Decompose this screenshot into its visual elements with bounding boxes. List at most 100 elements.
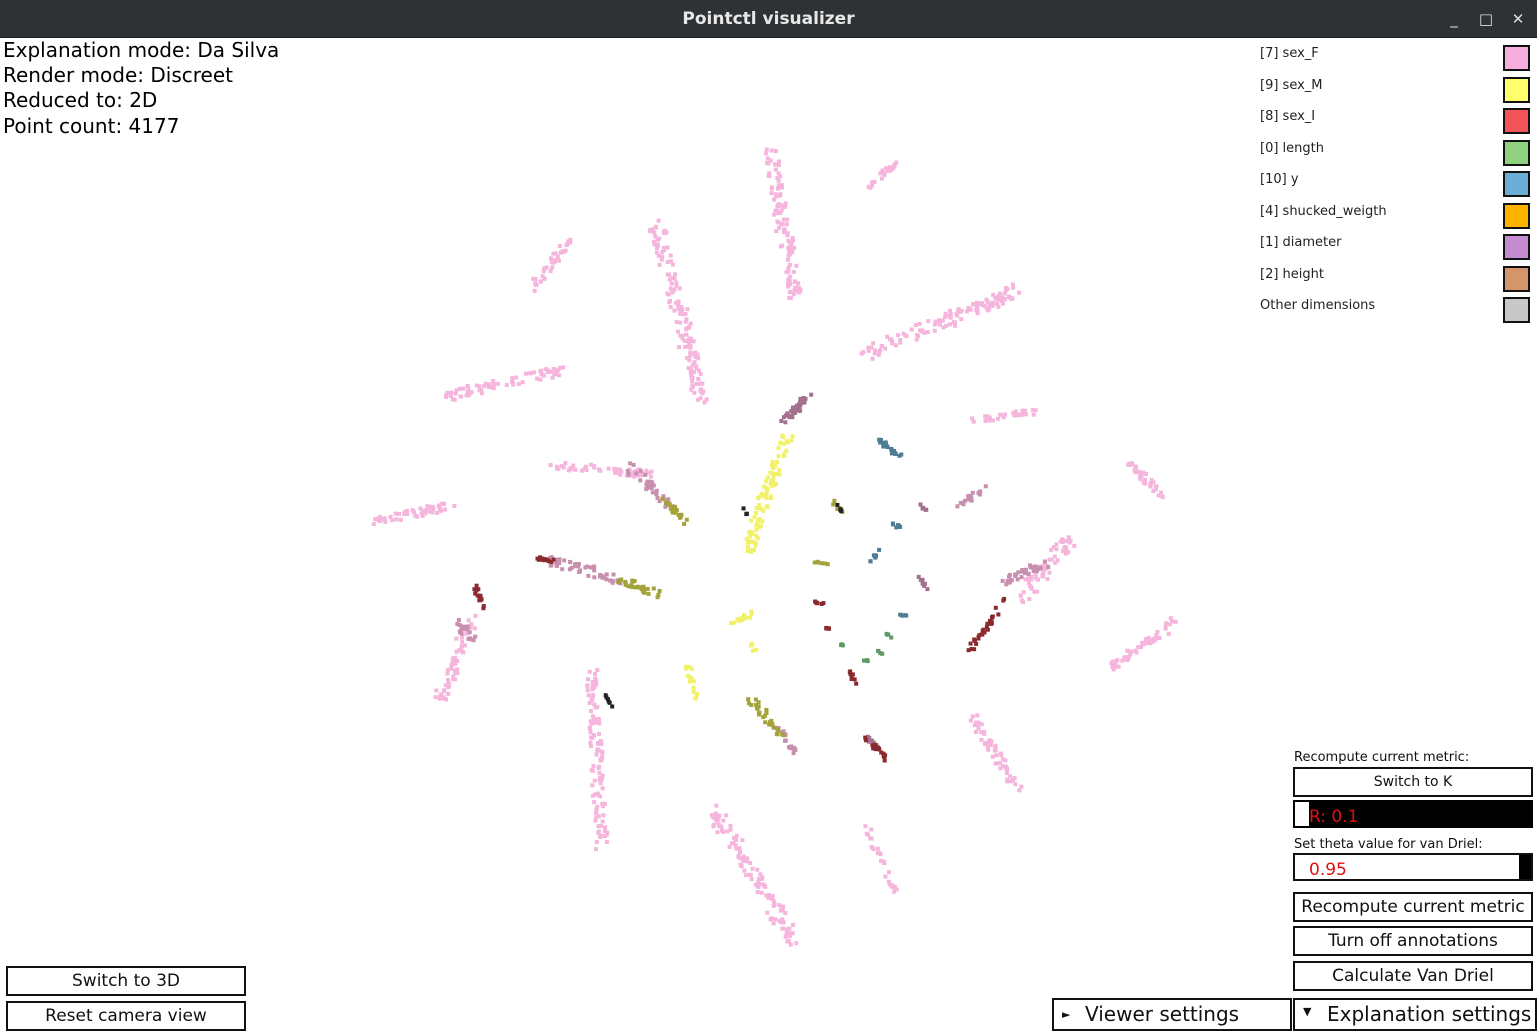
scatter-point — [1155, 630, 1160, 634]
reset-camera-view-button[interactable]: Reset camera view — [6, 1001, 246, 1031]
scatter-point — [539, 368, 544, 373]
r-value-field[interactable]: R: 0.1 — [1293, 800, 1533, 828]
scatter-point — [594, 847, 599, 852]
scatter-point — [880, 651, 885, 656]
scatter-point — [682, 521, 687, 526]
scatter-point — [768, 481, 773, 486]
scatter-point — [776, 162, 781, 167]
minimize-button[interactable]: _ — [1443, 8, 1465, 30]
scatter-point — [970, 714, 975, 719]
scatter-point — [878, 171, 883, 176]
scatter-point — [933, 321, 938, 326]
scatter-point — [749, 703, 754, 707]
scatter-point — [590, 783, 595, 788]
scatter-point — [788, 240, 793, 245]
scatter-point — [937, 322, 942, 327]
scatter-point — [775, 219, 780, 224]
scatter-point — [610, 580, 615, 585]
close-button[interactable]: ✕ — [1507, 8, 1529, 30]
scatter-point — [437, 503, 442, 508]
scatter-point — [561, 365, 566, 370]
scatter-point — [1008, 774, 1013, 779]
scatter-point — [460, 639, 465, 644]
scatter-point — [917, 321, 922, 326]
scatter-point — [373, 517, 378, 522]
scatter-point — [1133, 464, 1138, 469]
scatter-point — [1126, 655, 1131, 660]
scatter-point — [777, 903, 782, 908]
scatter-point — [783, 413, 788, 418]
scatter-point — [779, 222, 784, 227]
scatter-point — [776, 728, 781, 733]
scatter-point — [1058, 539, 1063, 544]
scatter-point — [768, 494, 773, 499]
scatter-point — [773, 208, 778, 213]
explanation-settings-toggle[interactable]: ▼ Explanation settings — [1293, 998, 1537, 1031]
scatter-point — [761, 715, 766, 720]
scatter-point — [1055, 558, 1060, 563]
scatter-point — [1045, 576, 1050, 581]
scatter-point — [1003, 296, 1008, 301]
maximize-button[interactable]: □ — [1475, 8, 1497, 30]
scatter-point — [764, 707, 769, 712]
scatter-point — [887, 337, 892, 342]
switch-to-k-button[interactable]: Switch to K — [1293, 767, 1533, 797]
switch-to-3d-button[interactable]: Switch to 3D — [6, 966, 246, 996]
scatter-point — [696, 356, 701, 361]
scatter-point — [551, 366, 556, 371]
scatter-point — [769, 191, 774, 195]
scatter-point — [583, 565, 588, 570]
scatter-point — [606, 466, 611, 471]
scatter-point — [479, 391, 484, 396]
scatter-point — [749, 609, 754, 614]
scatter-point — [685, 307, 690, 312]
scatter-point — [371, 522, 376, 526]
scatter-point — [445, 668, 450, 673]
legend-label: [1] diameter — [1260, 235, 1342, 250]
recompute-metric-button[interactable]: Recompute current metric — [1293, 892, 1533, 922]
scatter-point — [891, 522, 896, 527]
scatter-point — [1035, 589, 1040, 594]
scatter-point — [731, 841, 736, 846]
scatter-point — [741, 506, 746, 511]
scatter-point — [948, 322, 953, 327]
turn-off-annotations-button[interactable]: Turn off annotations — [1293, 926, 1533, 956]
scatter-point — [650, 490, 655, 495]
scatter-point — [593, 671, 597, 676]
scatter-plot[interactable] — [0, 38, 1537, 1034]
scatter-point — [1072, 543, 1077, 548]
scatter-point — [982, 729, 987, 734]
scatter-point — [882, 758, 887, 763]
scatter-point — [594, 678, 599, 683]
scatter-point — [789, 409, 794, 414]
calculate-van-driel-button[interactable]: Calculate Van Driel — [1293, 961, 1533, 991]
scatter-point — [1005, 779, 1010, 784]
scatter-point — [998, 412, 1003, 417]
legend-swatch — [1503, 234, 1530, 260]
scatter-point — [781, 926, 785, 931]
scatter-point — [665, 245, 670, 250]
scatter-point — [670, 262, 675, 267]
scatter-point — [739, 617, 744, 622]
scatter-point — [992, 748, 997, 753]
scatter-point — [678, 515, 682, 520]
scatter-point — [1017, 788, 1022, 793]
theta-value-field[interactable]: 0.95 — [1293, 853, 1533, 881]
scatter-point — [1148, 481, 1153, 486]
scatter-point — [732, 620, 737, 625]
scatter-point — [439, 508, 444, 513]
scatter-point — [600, 786, 605, 791]
scatter-point — [792, 245, 797, 250]
scatter-point — [1132, 468, 1137, 473]
scatter-point — [881, 754, 886, 759]
scatter-point — [451, 674, 456, 679]
scatter-point — [1000, 578, 1005, 583]
viewer-settings-toggle[interactable]: ► Viewer settings — [1052, 998, 1292, 1031]
scatter-point — [968, 718, 973, 723]
scatter-point — [819, 602, 824, 606]
legend-swatch — [1503, 139, 1530, 166]
visualizer-canvas[interactable]: Explanation mode: Da Silva Render mode: … — [0, 38, 1537, 1034]
scatter-point — [533, 277, 538, 282]
scatter-point — [558, 250, 563, 255]
scatter-point — [784, 270, 789, 275]
